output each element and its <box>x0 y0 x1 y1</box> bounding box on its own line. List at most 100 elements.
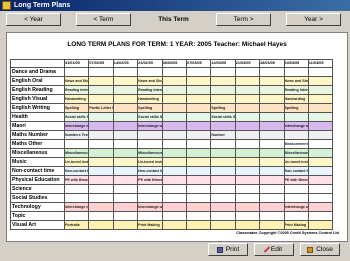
plan-cell[interactable] <box>185 139 212 149</box>
plan-cell[interactable]: Number <box>210 130 236 140</box>
plan-cell[interactable] <box>307 157 334 167</box>
plan-cell[interactable]: Social skills School program <box>137 112 163 122</box>
plan-cell[interactable] <box>185 220 212 230</box>
plan-cell[interactable]: News and Story Time <box>283 76 309 86</box>
plan-cell[interactable] <box>210 202 236 212</box>
plan-cell[interactable] <box>63 211 90 221</box>
plan-cell[interactable] <box>259 220 285 230</box>
plan-cell[interactable] <box>137 193 163 203</box>
plan-cell[interactable] <box>234 193 261 203</box>
plan-cell[interactable] <box>307 112 334 122</box>
plan-cell[interactable] <box>234 121 261 131</box>
plan-cell[interactable] <box>234 211 261 221</box>
plan-cell[interactable] <box>210 166 236 176</box>
plan-cell[interactable] <box>210 139 236 149</box>
plan-cell[interactable] <box>210 220 236 230</box>
plan-cell[interactable] <box>234 85 261 95</box>
plan-cell[interactable] <box>185 112 212 122</box>
plan-cell[interactable] <box>259 202 285 212</box>
plan-cell[interactable] <box>112 94 139 104</box>
plan-cell[interactable]: Handwriting <box>283 94 309 104</box>
plan-cell[interactable]: Spelling <box>210 103 236 113</box>
plan-cell[interactable] <box>112 148 139 158</box>
plan-cell[interactable] <box>161 166 187 176</box>
plan-cell[interactable] <box>185 76 212 86</box>
plan-cell[interactable] <box>88 85 114 95</box>
plan-cell[interactable] <box>112 130 139 140</box>
plan-cell[interactable] <box>112 175 139 185</box>
plan-cell[interactable]: Interchange with F3 <box>283 202 309 212</box>
plan-cell[interactable] <box>234 76 261 86</box>
plan-cell[interactable]: Reading interchange <box>137 85 163 95</box>
plan-cell[interactable] <box>185 202 212 212</box>
plan-cell[interactable]: Miscellaneous <box>63 148 90 158</box>
plan-cell[interactable] <box>161 148 187 158</box>
plan-cell[interactable] <box>234 67 261 77</box>
plan-cell[interactable] <box>112 67 139 77</box>
plan-cell[interactable]: Spelling <box>137 103 163 113</box>
plan-cell[interactable] <box>259 175 285 185</box>
plan-cell[interactable]: News and Story Time <box>137 76 163 86</box>
plan-cell[interactable] <box>259 76 285 86</box>
plan-cell[interactable] <box>234 220 261 230</box>
plan-cell[interactable] <box>161 76 187 86</box>
plan-cell[interactable] <box>210 157 236 167</box>
plan-cell[interactable] <box>210 85 236 95</box>
plan-cell[interactable] <box>137 139 163 149</box>
plan-cell[interactable] <box>259 103 285 113</box>
prev-year-button[interactable]: < Year <box>6 13 61 26</box>
plan-cell[interactable]: Handwriting <box>137 94 163 104</box>
prev-term-button[interactable]: < Term <box>76 13 131 26</box>
plan-cell[interactable] <box>307 175 334 185</box>
plan-cell[interactable] <box>88 148 114 158</box>
plan-cell[interactable]: Reading interchange <box>63 85 90 95</box>
plan-cell[interactable] <box>259 184 285 194</box>
plan-cell[interactable] <box>112 85 139 95</box>
plan-cell[interactable] <box>161 112 187 122</box>
plan-cell[interactable] <box>307 130 334 140</box>
plan-cell[interactable] <box>283 130 309 140</box>
plan-cell[interactable] <box>234 94 261 104</box>
plan-cell[interactable]: Non-contact time <box>283 166 309 176</box>
plan-cell[interactable] <box>185 67 212 77</box>
plan-cell[interactable]: Interchange with F3 <box>63 202 90 212</box>
plan-cell[interactable]: Interchange with F3 <box>137 202 163 212</box>
plan-cell[interactable] <box>234 103 261 113</box>
plan-cell[interactable] <box>161 94 187 104</box>
plan-cell[interactable] <box>88 121 114 131</box>
plan-cell[interactable] <box>259 148 285 158</box>
plan-cell[interactable] <box>88 76 114 86</box>
plan-cell[interactable] <box>210 121 236 131</box>
print-button[interactable]: Print <box>208 243 248 256</box>
plan-cell[interactable] <box>210 211 236 221</box>
plan-cell[interactable] <box>234 202 261 212</box>
plan-cell[interactable] <box>259 139 285 149</box>
plan-cell[interactable] <box>210 184 236 194</box>
plan-cell[interactable]: PE with Bimes <box>283 175 309 185</box>
plan-cell[interactable] <box>112 193 139 203</box>
plan-cell[interactable] <box>234 139 261 149</box>
plan-cell[interactable] <box>234 148 261 158</box>
plan-cell[interactable] <box>88 220 114 230</box>
plan-cell[interactable] <box>283 211 309 221</box>
plan-cell[interactable] <box>185 121 212 131</box>
plan-cell[interactable] <box>307 220 334 230</box>
plan-cell[interactable] <box>161 130 187 140</box>
plan-cell[interactable] <box>161 175 187 185</box>
plan-cell[interactable] <box>88 175 114 185</box>
plan-cell[interactable] <box>185 211 212 221</box>
plan-cell[interactable]: Miscellaneous <box>137 148 163 158</box>
plan-cell[interactable] <box>161 157 187 167</box>
plan-cell[interactable]: PE with Bimes <box>63 175 90 185</box>
plan-cell[interactable] <box>63 67 90 77</box>
plan-cell[interactable] <box>137 184 163 194</box>
plan-cell[interactable]: Print Making <box>137 220 163 230</box>
next-term-button[interactable]: Term > <box>216 13 271 26</box>
plan-cell[interactable] <box>259 121 285 131</box>
plan-cell[interactable] <box>210 193 236 203</box>
plan-cell[interactable] <box>185 175 212 185</box>
plan-cell[interactable] <box>161 184 187 194</box>
plan-cell[interactable] <box>88 130 114 140</box>
plan-cell[interactable] <box>259 166 285 176</box>
plan-cell[interactable] <box>88 202 114 212</box>
